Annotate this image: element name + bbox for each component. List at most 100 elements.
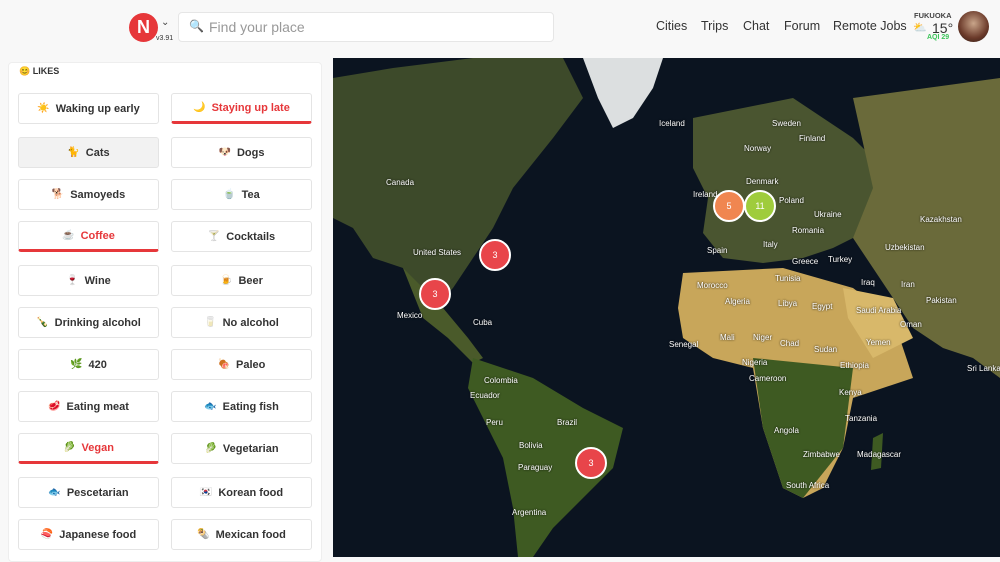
like-emoji-icon: 🌿 — [70, 359, 83, 370]
map-label: Iran — [901, 280, 915, 289]
like-label: Staying up late — [211, 101, 290, 114]
header: N ⌄ v3.91 🔍 Cities Trips Chat Forum Remo… — [0, 0, 1000, 55]
like-label: Paleo — [236, 358, 266, 371]
like-label: Cocktails — [226, 230, 276, 243]
like-label: Cats — [85, 146, 110, 159]
nav-remote-jobs[interactable]: Remote Jobs — [833, 19, 907, 33]
map-label: Saudi Arabia — [856, 306, 902, 315]
like-emoji-icon: 🍺 — [220, 275, 233, 286]
like-button[interactable]: 🍖 Paleo — [171, 349, 312, 380]
like-button[interactable]: 🐕 Samoyeds — [18, 179, 159, 210]
map-cluster-marker[interactable]: 3 — [575, 447, 607, 479]
map-label: Mali — [720, 333, 735, 342]
map-label: United States — [413, 248, 462, 257]
nav-cities[interactable]: Cities — [656, 19, 687, 33]
map-label: Sweden — [772, 119, 801, 128]
like-button[interactable]: 🍾 Drinking alcohol — [18, 307, 159, 338]
cloud-sun-icon: ⛅ — [913, 22, 927, 34]
like-label: Wine — [84, 274, 111, 287]
like-button[interactable]: 🥩 Eating meat — [18, 391, 159, 422]
like-button[interactable]: 🐟 Pescetarian — [18, 477, 159, 508]
map-cluster-marker[interactable]: 11 — [744, 190, 776, 222]
nav-forum[interactable]: Forum — [784, 19, 820, 33]
like-button[interactable]: 🍺 Beer — [171, 265, 312, 296]
map-label: Bolivia — [519, 441, 543, 450]
map-label: Chad — [780, 339, 800, 348]
like-emoji-icon: 🥬 — [204, 443, 217, 454]
search-input[interactable] — [209, 17, 539, 37]
like-emoji-icon: 🌯 — [197, 529, 210, 540]
avatar[interactable] — [958, 11, 989, 42]
nav-trips[interactable]: Trips — [701, 19, 728, 33]
world-map[interactable]: Iceland Sweden Finland Norway Canada Denmark I… — [333, 58, 1000, 557]
likes-title-text: LIKES — [32, 66, 60, 76]
like-button[interactable]: ☀️ Waking up early — [18, 93, 159, 124]
map-label: Mexico — [397, 311, 423, 320]
like-button[interactable]: 🌯 Mexican food — [171, 519, 312, 550]
map-label: South Africa — [786, 481, 830, 490]
map-label: Ethiopia — [840, 361, 869, 370]
map-label: Denmark — [746, 177, 779, 186]
like-button[interactable]: 🍸 Cocktails — [171, 221, 312, 252]
map-label: Paraguay — [518, 463, 553, 472]
like-button[interactable]: 🌿 420 — [18, 349, 159, 380]
map-label: Italy — [763, 240, 778, 249]
aqi-label: AQI 29 — [927, 34, 950, 41]
like-emoji-icon: 🥬 — [63, 442, 76, 453]
map-label: Poland — [779, 196, 804, 205]
like-button[interactable]: ☕ Coffee — [18, 221, 159, 252]
map-label: Ukraine — [814, 210, 842, 219]
like-label: Dogs — [236, 146, 265, 159]
like-emoji-icon: 🌙 — [193, 102, 206, 113]
map-label: Spain — [707, 246, 728, 255]
map-label: Kenya — [839, 388, 862, 397]
map-label: Norway — [744, 144, 772, 153]
like-label: Beer — [238, 274, 263, 287]
map-cluster-marker[interactable]: 3 — [419, 278, 451, 310]
map-label: Iraq — [861, 278, 875, 287]
map-label: Greece — [792, 257, 819, 266]
map-label: Cameroon — [749, 374, 787, 383]
map-label: Canada — [386, 178, 415, 187]
like-button[interactable]: 🇰🇷 Korean food — [171, 477, 312, 508]
like-emoji-icon: 🐶 — [218, 147, 231, 158]
map-label: Oman — [900, 320, 922, 329]
like-label: Eating fish — [222, 400, 279, 413]
logo[interactable]: N — [129, 13, 158, 42]
map-cluster-marker[interactable]: 3 — [479, 239, 511, 271]
like-button[interactable]: 🐶 Dogs — [171, 137, 312, 168]
nav-chat[interactable]: Chat — [743, 19, 769, 33]
map-cluster-marker[interactable]: 5 — [713, 190, 745, 222]
like-label: 420 — [88, 358, 107, 371]
like-button[interactable]: 🌙 Staying up late — [171, 93, 312, 124]
like-label: Pescetarian — [66, 486, 129, 499]
like-button[interactable]: 🍵 Tea — [171, 179, 312, 210]
like-label: Tea — [241, 188, 260, 201]
version-label: v3.91 — [156, 35, 174, 42]
like-label: Vegetarian — [222, 442, 279, 455]
map-label: Argentina — [512, 508, 547, 517]
like-emoji-icon: ☀️ — [37, 103, 50, 114]
search-box[interactable]: 🔍 — [178, 12, 554, 42]
like-emoji-icon: 🐟 — [204, 401, 217, 412]
like-label: Coffee — [80, 229, 115, 242]
like-button[interactable]: 🐈 Cats — [18, 137, 159, 168]
map-label: Egypt — [812, 302, 833, 311]
like-button[interactable]: 🥬 Vegan — [18, 433, 159, 464]
chevron-down-icon[interactable]: ⌄ — [161, 17, 169, 28]
map-label: Niger — [753, 333, 773, 342]
like-button[interactable]: 🐟 Eating fish — [171, 391, 312, 422]
like-button[interactable]: 🍣 Japanese food — [18, 519, 159, 550]
like-button[interactable]: 🥛 No alcohol — [171, 307, 312, 338]
map-label: Yemen — [866, 338, 891, 347]
like-button[interactable]: 🥬 Vegetarian — [171, 433, 312, 464]
map-label: Iceland — [659, 119, 685, 128]
like-emoji-icon: ☕ — [62, 230, 75, 241]
like-emoji-icon: 🍷 — [66, 275, 79, 286]
map-label: Pakistan — [926, 296, 957, 305]
like-label: Korean food — [218, 486, 284, 499]
like-label: Waking up early — [55, 102, 140, 115]
map-label: Colombia — [484, 376, 518, 385]
like-button[interactable]: 🍷 Wine — [18, 265, 159, 296]
like-emoji-icon: 🥛 — [204, 317, 217, 328]
